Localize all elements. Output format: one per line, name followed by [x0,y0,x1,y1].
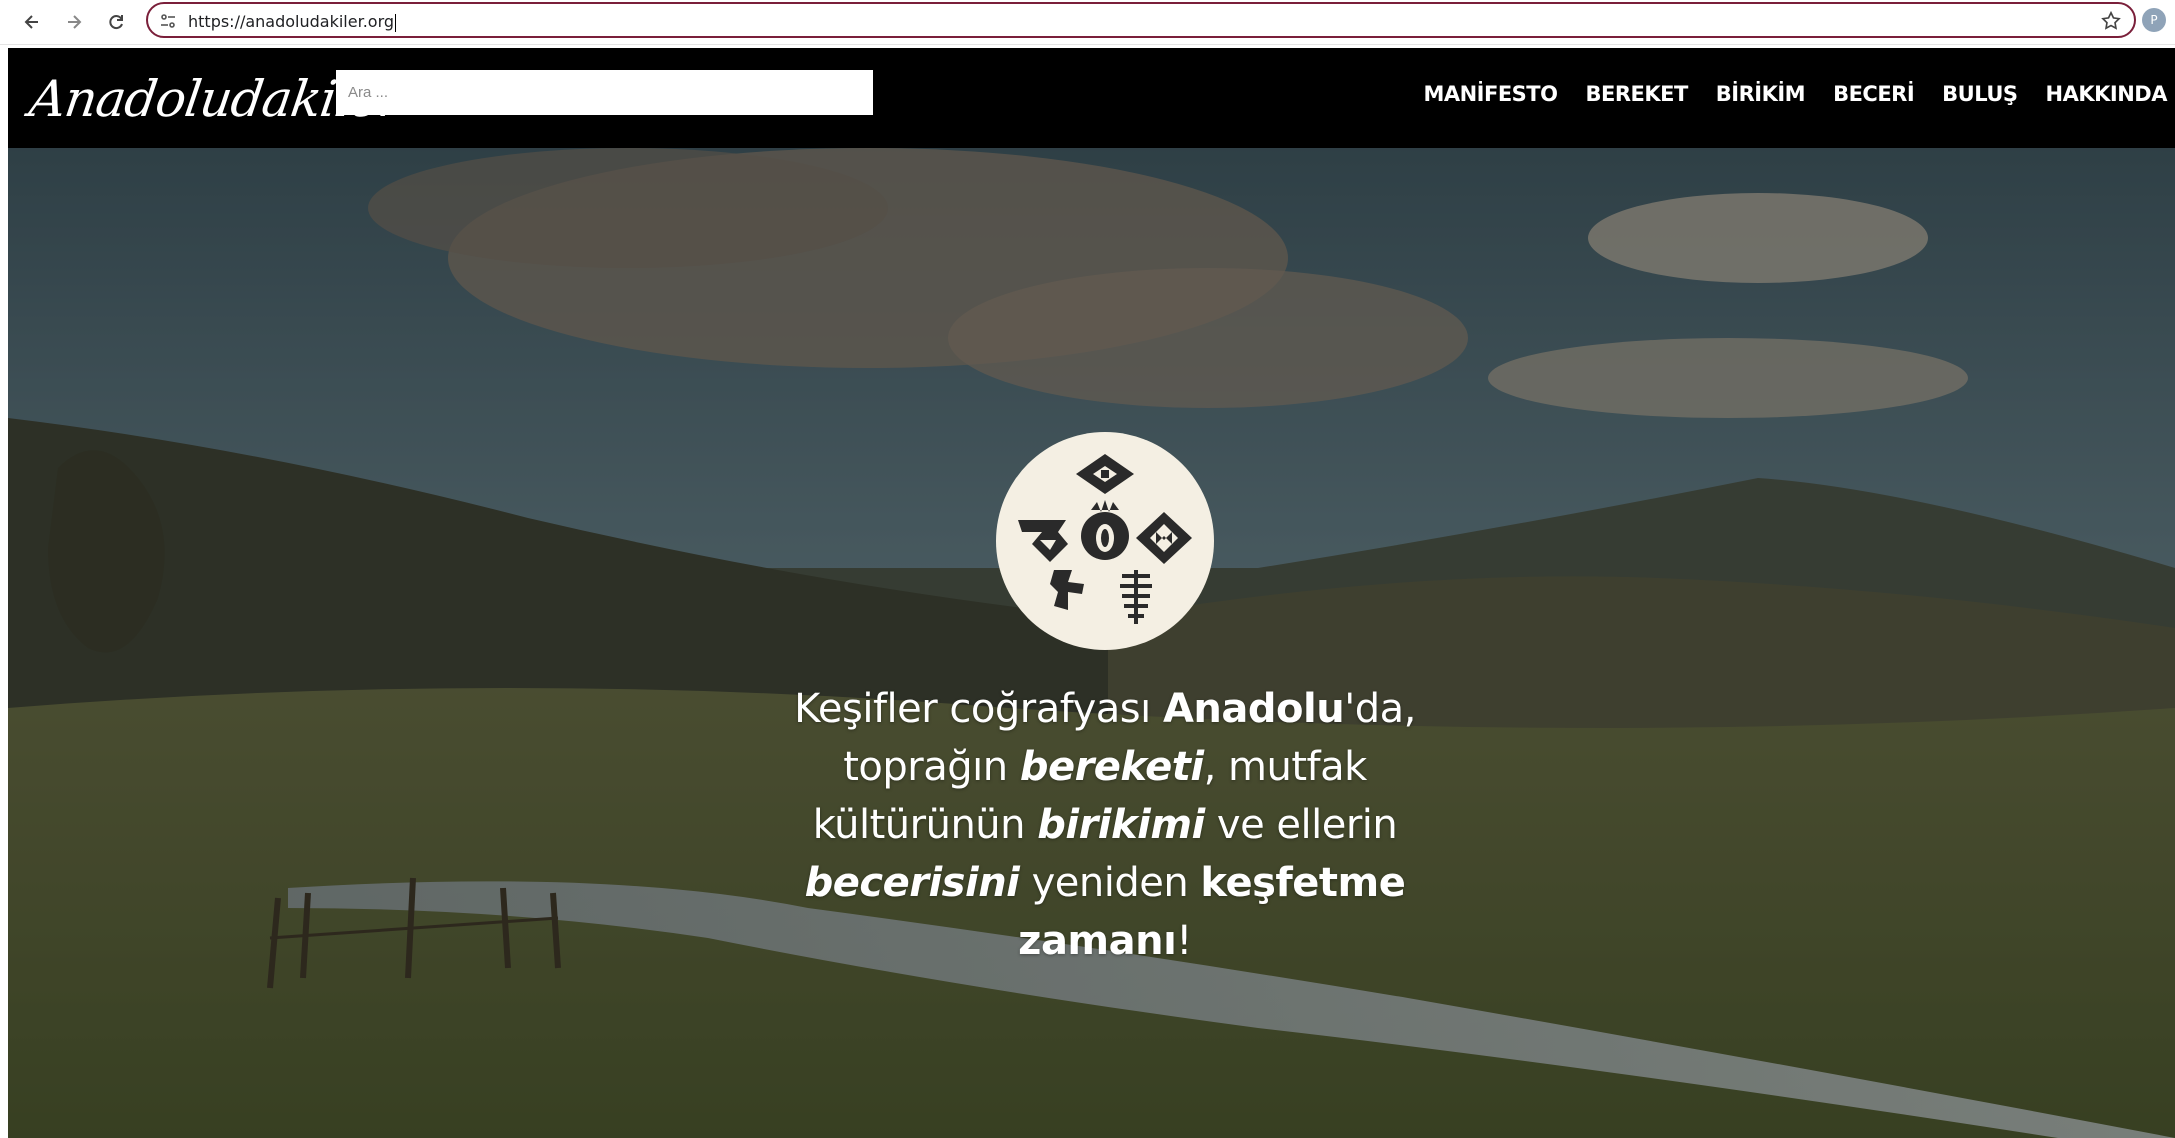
reload-icon[interactable] [102,8,130,36]
address-bar[interactable]: https://anadoludakiler.org [146,2,2136,38]
anatolian-motifs-icon [1018,454,1192,624]
profile-avatar[interactable]: P [2142,8,2166,32]
nav-link-bulus[interactable]: BULUŞ [1942,82,2018,106]
hero-section: Keşifler coğrafyası Anadolu'da, toprağın… [8,148,2175,1138]
emblem-logo [996,432,1214,650]
nav-link-beceri[interactable]: BECERİ [1833,82,1915,106]
nav-link-manifesto[interactable]: MANİFESTO [1423,82,1558,106]
nav-link-bereket[interactable]: BEREKET [1585,82,1688,106]
web-page: Anadoludakiler MANİFESTO BEREKET BİRİKİM… [8,48,2175,1138]
site-header: Anadoludakiler MANİFESTO BEREKET BİRİKİM… [8,48,2175,148]
bookmark-star-icon[interactable] [2100,10,2122,32]
back-arrow-icon[interactable] [18,8,46,36]
forward-arrow-icon[interactable] [60,8,88,36]
browser-toolbar: https://anadoludakiler.org P [0,0,2175,45]
search-input[interactable] [336,70,873,115]
nav-link-birikim[interactable]: BİRİKİM [1716,82,1806,106]
main-nav: MANİFESTO BEREKET BİRİKİM BECERİ BULUŞ H… [1423,82,2167,106]
site-info-icon[interactable] [158,11,178,31]
url-text[interactable]: https://anadoludakiler.org [188,12,397,32]
nav-link-hakkinda[interactable]: HAKKINDA [2046,82,2168,106]
hero-tagline: Keşifler coğrafyası Anadolu'da, toprağın… [794,686,1416,964]
